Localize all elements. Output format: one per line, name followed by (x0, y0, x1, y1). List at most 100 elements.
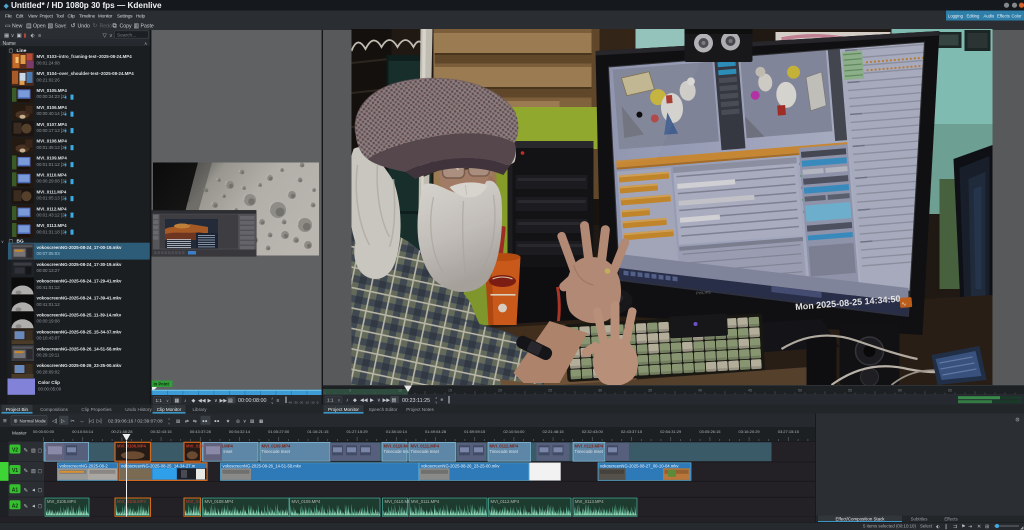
svg-text:Library: Library (192, 407, 207, 412)
svg-text:◄: ◄ (31, 488, 36, 494)
svg-text:▣: ▣ (17, 33, 23, 39)
svg-text:MVI_0111.MP4: MVI_0111.MP4 (37, 189, 67, 194)
svg-text:vokoscreenNG-2025-08-27_00-10-: vokoscreenNG-2025-08-27_00-10-04.mkv (600, 463, 679, 468)
svg-text:15: 15 (448, 389, 452, 393)
svg-text:▶▶: ▶▶ (220, 398, 228, 404)
svg-text:|◁: |◁ (89, 419, 94, 425)
svg-text:◄: ◄ (31, 504, 36, 510)
svg-text:vokoscreenNG-2025-08-26_14-51-: vokoscreenNG-2025-08-26_14-51-58.mkv (37, 346, 122, 351)
svg-text:Speech Editor: Speech Editor (369, 407, 398, 412)
svg-text:♪: ♪ (346, 399, 348, 404)
svg-text:∨: ∨ (435, 401, 437, 405)
svg-text:01:38:10:14: 01:38:10:14 (386, 429, 408, 434)
svg-text:↔: ↔ (80, 419, 85, 425)
svg-text:65: 65 (948, 389, 952, 393)
svg-text:vokoscreenNG-2025-08-25_14-34-: vokoscreenNG-2025-08-25_14-34-27.m (121, 463, 196, 468)
svg-text:Color: Color (1012, 14, 1023, 19)
svg-text:∨: ∨ (214, 399, 218, 404)
svg-text:Color Clip: Color Clip (38, 380, 60, 385)
svg-text:vokoscreenNG-2025-08-25_11-39-: vokoscreenNG-2025-08-25_11-39-14.mkv (37, 313, 122, 318)
svg-text:MVI_0104–over_shoulder-test–20: MVI_0104–over_shoulder-test–2025-08-24.M… (37, 71, 135, 76)
svg-text:-30: -30 (294, 401, 298, 405)
svg-text:▦: ▦ (259, 419, 264, 424)
svg-text:MVI_0112.MP4: MVI_0112.MP4 (37, 206, 68, 211)
svg-text:10: 10 (398, 389, 402, 393)
svg-text:⇄: ⇄ (185, 419, 189, 424)
svg-text:Undo History: Undo History (125, 407, 152, 412)
svg-text:Search...: Search... (117, 32, 136, 38)
svg-text:02:10:54:00: 02:10:54:00 (503, 429, 525, 434)
svg-text:-20: -20 (299, 401, 303, 405)
svg-text:◄: ◄ (63, 196, 67, 201)
svg-text:Help: Help (136, 14, 145, 19)
svg-text:⇉: ⇉ (953, 524, 957, 530)
svg-text:vokoscreenNG-2025-08-26_23-25-: vokoscreenNG-2025-08-26_23-25-00.mkv (37, 363, 122, 368)
svg-text:New: New (12, 24, 23, 30)
svg-text:⇆: ⇆ (193, 419, 197, 424)
svg-text:00:28:09:02: 00:28:09:02 (37, 369, 61, 374)
svg-text:MVI_0111.MP4: MVI_0111.MP4 (411, 444, 440, 449)
svg-text:▧: ▧ (48, 24, 54, 30)
svg-text:▤: ▤ (176, 419, 181, 424)
svg-text:▷|: ▷| (97, 419, 102, 425)
svg-text:◀◀: ◀◀ (198, 398, 206, 404)
svg-text:Effect/Composition Stack: Effect/Composition Stack (836, 517, 886, 522)
svg-text:◄: ◄ (63, 162, 67, 167)
svg-text:▭: ▭ (5, 24, 11, 30)
svg-text:00:43:37:28: 00:43:37:28 (190, 429, 212, 434)
svg-text:00:00:40:14 [2]: 00:00:40:14 [2] (37, 111, 66, 116)
svg-text:03:05:26:15: 03:05:26:15 (699, 429, 721, 434)
svg-text:00:21:02:26: 00:21:02:26 (37, 77, 61, 82)
svg-text:Name: Name (3, 41, 17, 47)
svg-text:✎: ✎ (24, 503, 29, 510)
svg-text:00:00:08:00: 00:00:08:00 (238, 398, 266, 404)
svg-text:vokoscreenNG-2025-08-24_17-30-: vokoscreenNG-2025-08-24_17-30-19.mkv (37, 262, 122, 267)
svg-text:Open: Open (33, 24, 46, 30)
svg-text:MVI_0113.MP4: MVI_0113.MP4 (575, 444, 604, 449)
svg-text:00:32:43:15: 00:32:43:15 (151, 429, 173, 434)
svg-text:Compositions: Compositions (40, 407, 69, 412)
svg-text:00:21:48:28: 00:21:48:28 (111, 429, 133, 434)
svg-text:▢: ▢ (38, 488, 43, 494)
svg-text:60: 60 (898, 389, 902, 393)
svg-text:50: 50 (798, 389, 802, 393)
svg-text:MVI_010: MVI_010 (186, 444, 203, 449)
svg-text:Copy: Copy (120, 24, 133, 30)
svg-text:Timeline: Timeline (79, 14, 96, 19)
svg-text:≡: ≡ (277, 398, 280, 404)
svg-text:00:07:05:03: 00:07:05:03 (37, 251, 61, 256)
svg-text:≡: ≡ (3, 418, 7, 425)
svg-text:-5: -5 (316, 401, 319, 405)
svg-text:MVI_0109.MP4: MVI_0109.MP4 (37, 156, 68, 161)
svg-text:◁|: ◁| (52, 419, 57, 425)
svg-text:◆: ◆ (4, 3, 10, 10)
svg-text:Timecode Inset: Timecode Inset (411, 449, 440, 454)
svg-text:∨: ∨ (11, 33, 15, 39)
svg-text:5: 5 (349, 389, 351, 393)
svg-text:03:27:15:15: 03:27:15:15 (778, 429, 800, 434)
svg-text:01:16:21:15: 01:16:21:15 (307, 429, 329, 434)
svg-text:∨: ∨ (1, 239, 4, 244)
svg-text:▢: ▢ (38, 504, 43, 510)
svg-text:▧: ▧ (250, 419, 255, 424)
svg-text:00:00:00:00: 00:00:00:00 (33, 429, 55, 434)
svg-text:Effects: Effects (944, 517, 958, 522)
svg-text:Project: Project (40, 14, 54, 19)
svg-text:V1: V1 (12, 468, 18, 474)
svg-text:00:00:29:08 [2]: 00:00:29:08 [2] (37, 179, 66, 184)
svg-text:◄: ◄ (63, 128, 67, 133)
svg-text:01:05:27:00: 01:05:27:00 (268, 429, 290, 434)
svg-text:∧: ∧ (168, 417, 170, 421)
svg-text:00:00:19:08: 00:00:19:08 (37, 319, 61, 324)
svg-text:30: 30 (598, 389, 602, 393)
svg-text:00:01:01:12 [2]: 00:01:01:12 [2] (37, 162, 66, 167)
svg-text:▤: ▤ (228, 398, 233, 404)
svg-text:Effects: Effects (997, 14, 1010, 19)
svg-text:Settings: Settings (117, 14, 133, 19)
svg-text:20: 20 (498, 389, 502, 393)
svg-text:≡: ≡ (441, 398, 444, 404)
svg-text:vokoscreenNG-2025-08-26_14-51-: vokoscreenNG-2025-08-26_14-51-58.mkv (223, 463, 302, 468)
svg-text:◆: ◆ (353, 398, 357, 404)
svg-text:▦: ▦ (175, 398, 180, 404)
svg-text:▤: ▤ (26, 24, 32, 30)
